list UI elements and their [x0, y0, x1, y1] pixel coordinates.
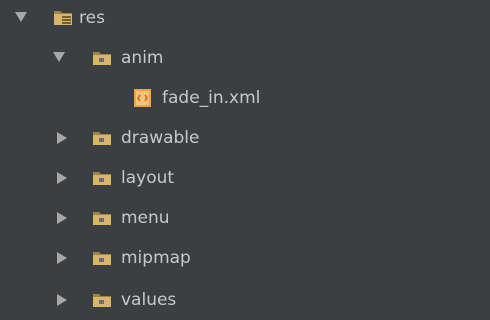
tree-item-res[interactable]: res [0, 0, 490, 38]
tree-item-label: mipmap [121, 248, 191, 268]
folder-icon [91, 168, 113, 188]
tree-item-drawable[interactable]: drawable [0, 120, 490, 158]
tree-item-menu[interactable]: menu [0, 200, 490, 238]
tree-item-label: layout [121, 168, 175, 188]
tree-item-label: drawable [121, 128, 200, 148]
resource-folder-icon [52, 8, 74, 28]
tree-item-label: menu [121, 208, 170, 228]
tree-item-label: anim [121, 48, 164, 68]
tree-item-label: values [121, 290, 177, 310]
expand-arrow-icon[interactable] [57, 132, 67, 144]
expand-arrow-icon[interactable] [53, 52, 65, 62]
expand-arrow-icon[interactable] [57, 294, 67, 306]
folder-icon [91, 248, 113, 268]
tree-item-fade-in-xml[interactable]: fade_in.xml [0, 80, 490, 118]
tree-item-layout[interactable]: layout [0, 160, 490, 198]
tree-item-mipmap[interactable]: mipmap [0, 240, 490, 278]
folder-icon [91, 128, 113, 148]
expand-arrow-icon[interactable] [57, 172, 67, 184]
folder-icon [91, 290, 113, 310]
folder-icon [91, 48, 113, 68]
project-tree: res anim fade_in.xml drawable layout men… [0, 0, 490, 320]
folder-icon [91, 208, 113, 228]
tree-item-label: res [79, 8, 105, 28]
expand-arrow-icon[interactable] [57, 252, 67, 264]
xml-file-icon [132, 88, 154, 108]
tree-item-values[interactable]: values [0, 282, 490, 320]
expand-arrow-icon[interactable] [57, 212, 67, 224]
tree-item-label: fade_in.xml [162, 88, 261, 108]
tree-item-anim[interactable]: anim [0, 40, 490, 78]
expand-arrow-icon[interactable] [15, 12, 27, 22]
